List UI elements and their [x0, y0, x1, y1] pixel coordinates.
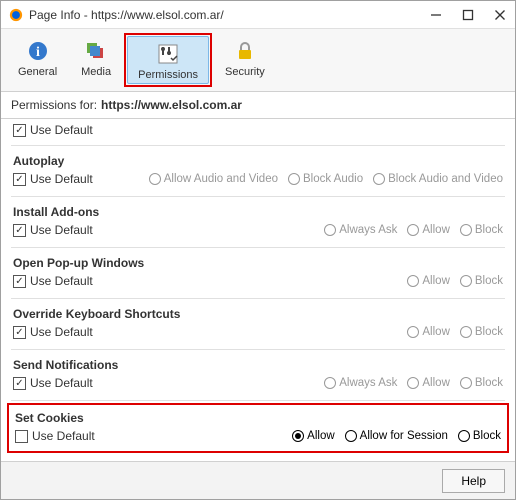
section-title: Open Pop-up Windows — [13, 256, 503, 270]
tab-label: Media — [81, 66, 111, 78]
radio-option: Block Audio — [288, 173, 363, 185]
radio-allow-session[interactable]: Allow for Session — [345, 430, 448, 442]
radio-option: Allow — [407, 275, 449, 287]
permissions-url: https://www.elsol.com.ar — [101, 98, 242, 112]
use-default-checkbox[interactable]: ✓Use Default — [13, 376, 93, 390]
radio-allow[interactable]: Allow — [292, 430, 334, 442]
tab-label: Permissions — [138, 69, 198, 81]
section-notifications: Send Notifications ✓Use Default Always A… — [11, 350, 505, 401]
use-default-checkbox[interactable]: ✓Use Default — [13, 172, 93, 186]
tab-security[interactable]: Security — [214, 33, 276, 87]
titlebar: Page Info - https://www.elsol.com.ar/ — [1, 1, 515, 29]
section-title: Autoplay — [13, 154, 503, 168]
footer: Help — [1, 461, 515, 499]
tab-label: Security — [225, 66, 265, 78]
truncated-section: ✓Use Default — [11, 119, 505, 146]
use-default-checkbox[interactable]: ✓Use Default — [13, 325, 93, 339]
radio-option: Block — [460, 377, 503, 389]
svg-text:i: i — [36, 45, 40, 60]
radio-option: Always Ask — [324, 224, 397, 236]
section-shortcuts: Override Keyboard Shortcuts ✓Use Default… — [11, 299, 505, 350]
section-set-cookies: Set Cookies Use Default Allow Allow for … — [7, 403, 509, 453]
radio-option: Always Ask — [324, 377, 397, 389]
info-icon: i — [25, 38, 51, 64]
section-title: Send Notifications — [13, 358, 503, 372]
tab-label: General — [18, 66, 57, 78]
radio-option: Allow — [407, 224, 449, 236]
tab-permissions[interactable]: Permissions — [127, 36, 209, 84]
radio-option: Allow — [407, 326, 449, 338]
highlight-permissions-tab: Permissions — [124, 33, 212, 87]
section-autoplay: Autoplay ✓Use Default Allow Audio and Vi… — [11, 146, 505, 197]
radio-option: Block — [460, 224, 503, 236]
section-install-addons: Install Add-ons ✓Use Default Always Ask … — [11, 197, 505, 248]
help-button[interactable]: Help — [442, 469, 505, 493]
firefox-icon — [9, 8, 23, 22]
window-title: Page Info - https://www.elsol.com.ar/ — [29, 8, 429, 22]
section-title: Override Keyboard Shortcuts — [13, 307, 503, 321]
radio-option: Block — [460, 275, 503, 287]
permissions-list[interactable]: ✓Use Default Autoplay ✓Use Default Allow… — [1, 119, 515, 461]
maximize-button[interactable] — [461, 8, 475, 22]
radio-option: Block — [460, 326, 503, 338]
section-title: Set Cookies — [15, 411, 501, 425]
use-default-checkbox[interactable]: ✓Use Default — [13, 123, 93, 137]
tab-media[interactable]: Media — [70, 33, 122, 87]
close-button[interactable] — [493, 8, 507, 22]
radio-option: Allow — [407, 377, 449, 389]
permissions-for: Permissions for: https://www.elsol.com.a… — [1, 92, 515, 119]
use-default-checkbox[interactable]: ✓Use Default — [13, 223, 93, 237]
section-title: Install Add-ons — [13, 205, 503, 219]
minimize-button[interactable] — [429, 8, 443, 22]
toolbar: i General Media Permissions Security — [1, 29, 515, 92]
use-default-checkbox[interactable]: ✓Use Default — [13, 274, 93, 288]
permissions-icon — [155, 41, 181, 67]
radio-option: Allow Audio and Video — [149, 173, 278, 185]
lock-icon — [232, 38, 258, 64]
media-icon — [83, 38, 109, 64]
section-share-screen: Share the Screen ✓Use Default Always Ask… — [11, 453, 505, 461]
permissions-for-label: Permissions for: — [11, 98, 97, 112]
section-popups: Open Pop-up Windows ✓Use Default Allow B… — [11, 248, 505, 299]
radio-block[interactable]: Block — [458, 430, 501, 442]
use-default-checkbox[interactable]: Use Default — [15, 429, 95, 443]
tab-general[interactable]: i General — [7, 33, 68, 87]
radio-option: Block Audio and Video — [373, 173, 503, 185]
